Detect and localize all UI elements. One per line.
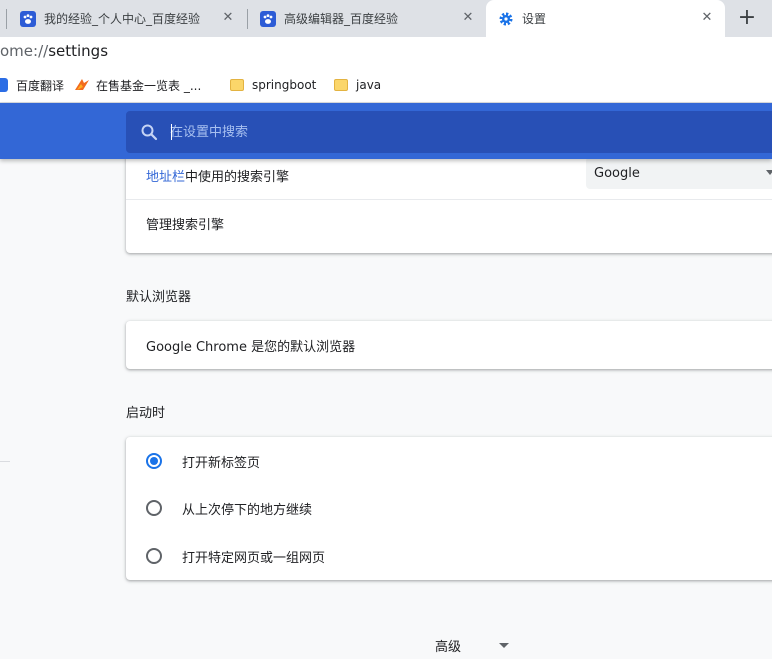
settings-search-input[interactable] [170, 122, 730, 142]
tab-title: 我的经验_个人中心_百度经验 [44, 12, 201, 26]
expand-arrow-icon [499, 643, 510, 648]
bookmark-label: java [356, 78, 382, 92]
section-title-on-startup: 启动时 [126, 406, 166, 421]
baidu-paw-icon [20, 10, 36, 27]
translate-icon [0, 78, 8, 92]
text-caret [171, 124, 172, 140]
search-engine-row-label: 中使用的搜索引擎 [185, 170, 290, 185]
bookmark-label: springboot [252, 78, 317, 92]
bookmark-baidu-translate[interactable]: 百度翻译 [0, 76, 64, 94]
bookmarks-bar: 百度翻译 在售基金一览表 _... springboot java [0, 67, 772, 103]
address-bar[interactable]: ome://settings [0, 37, 772, 67]
search-engine-row: 地址栏 中使用的搜索引擎 Google [126, 153, 772, 198]
tab-my-experience[interactable]: 我的经验_个人中心_百度经验 ✕ [8, 0, 246, 37]
address-bar-link[interactable]: 地址栏 [146, 166, 185, 185]
on-startup-card: 打开新标签页 从上次停下的地方继续 打开特定网页或一组网页 [126, 437, 772, 580]
default-browser-status: Google Chrome 是您的默认浏览器 [146, 339, 356, 355]
url-scheme: ome:// [0, 42, 49, 60]
sidebar-divider [0, 461, 10, 462]
url-text: ome://settings [0, 42, 108, 60]
tab-title: 设置 [522, 12, 547, 26]
settings-toolbar [0, 103, 772, 159]
manage-search-engines-label: 管理搜索引擎 [146, 218, 225, 233]
section-title-default-browser: 默认浏览器 [126, 290, 192, 305]
advanced-label: 高级 [435, 640, 462, 655]
manage-search-engines-row[interactable]: 管理搜索引擎 [126, 199, 772, 247]
dropdown-arrow-icon [766, 170, 772, 175]
search-engine-select[interactable]: Google [586, 157, 772, 189]
tab-separator [6, 9, 7, 29]
close-tab-icon[interactable]: ✕ [699, 10, 715, 26]
default-browser-card: Google Chrome 是您的默认浏览器 [126, 321, 772, 369]
radio-button[interactable] [146, 548, 162, 564]
startup-option-label: 打开特定网页或一组网页 [182, 550, 326, 566]
bookmark-label: 百度翻译 [16, 78, 65, 93]
bookmark-folder-springboot[interactable]: springboot [230, 76, 316, 94]
radio-button[interactable] [146, 500, 162, 516]
url-host: settings [48, 42, 109, 60]
tab-settings[interactable]: 设置 ✕ [486, 0, 725, 37]
tab-advanced-editor[interactable]: 高级编辑器_百度经验 ✕ [248, 0, 486, 37]
startup-option-label: 从上次停下的地方继续 [182, 502, 313, 518]
startup-option-new-tab[interactable]: 打开新标签页 [126, 437, 772, 485]
close-tab-icon[interactable]: ✕ [220, 10, 236, 26]
baidu-paw-icon [260, 10, 276, 27]
advanced-toggle[interactable]: 高级 [435, 636, 510, 655]
bookmark-label: 在售基金一览表 _... [96, 78, 202, 93]
new-tab-button[interactable]: + [733, 5, 761, 33]
search-engine-selected: Google [594, 165, 640, 181]
startup-option-label: 打开新标签页 [182, 455, 261, 471]
radio-button-checked[interactable] [146, 453, 162, 469]
tab-strip: 我的经验_个人中心_百度经验 ✕ 高级编辑器_百度经验 ✕ 设置 ✕ + [0, 0, 772, 37]
search-icon [140, 123, 158, 141]
folder-icon [334, 79, 348, 91]
folder-icon [230, 79, 244, 91]
startup-option-continue[interactable]: 从上次停下的地方继续 [126, 484, 772, 532]
fund-icon [74, 78, 89, 92]
settings-main: 地址栏 中使用的搜索引擎 Google 管理搜索引擎 默认浏览器 Google C… [0, 153, 772, 659]
default-browser-status-row: Google Chrome 是您的默认浏览器 [126, 321, 772, 369]
bookmark-fund-list[interactable]: 在售基金一览表 _... [74, 76, 201, 94]
search-engine-card: 地址栏 中使用的搜索引擎 Google 管理搜索引擎 [126, 153, 772, 253]
tab-title: 高级编辑器_百度经验 [284, 12, 399, 26]
bookmark-folder-java[interactable]: java [334, 76, 381, 94]
gear-icon [498, 11, 514, 27]
settings-search-box[interactable] [126, 111, 772, 153]
close-tab-icon[interactable]: ✕ [460, 10, 476, 26]
startup-option-specific-pages[interactable]: 打开特定网页或一组网页 [126, 532, 772, 580]
